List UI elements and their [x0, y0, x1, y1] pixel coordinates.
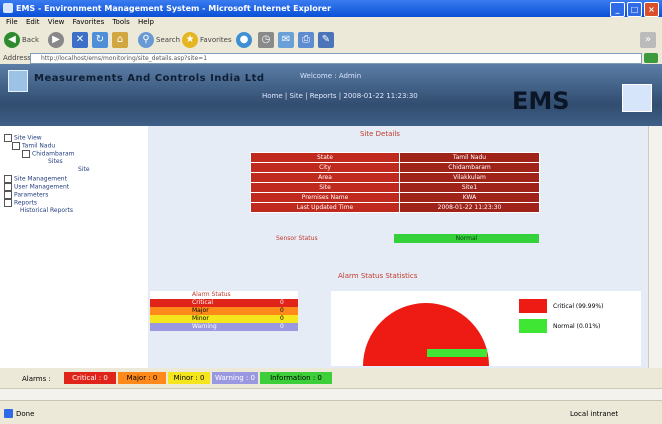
- back-label[interactable]: Back: [22, 36, 39, 44]
- back-arrow-icon[interactable]: ◀: [4, 32, 20, 48]
- favorites-label[interactable]: Favorites: [200, 36, 232, 44]
- alarm-chip-minor[interactable]: Minor : 0: [168, 372, 210, 384]
- mail-icon[interactable]: ✉: [278, 32, 294, 48]
- table-row: Site Site1: [250, 182, 540, 193]
- alarm-header: Alarm Status: [150, 291, 298, 299]
- history-icon[interactable]: ◷: [258, 32, 274, 48]
- menu-bar: File Edit View Favorites Tools Help: [0, 17, 662, 28]
- alarm-status-box: Alarm Status Critical 0 Major 0 Minor 0 War…: [150, 291, 298, 331]
- sensor-status-value: Normal: [394, 234, 539, 243]
- legend-swatch-critical: [519, 299, 547, 313]
- tree-expander-icon[interactable]: [4, 199, 12, 207]
- pie-slice-normal: [427, 349, 487, 357]
- page-done-icon: [4, 409, 13, 418]
- tree-item-user-management[interactable]: User Management: [4, 183, 69, 191]
- tree-item-reports[interactable]: Reports: [4, 199, 37, 207]
- tree-expander-icon[interactable]: [4, 134, 12, 142]
- search-icon[interactable]: ⚲: [138, 32, 154, 48]
- window-title: EMS - Environment Management System - Mi…: [16, 4, 332, 13]
- browser-toolbar: ◀ Back ▶ ✕ ↻ ⌂ ⚲ Search ★ Favorites ● ◷ …: [0, 28, 662, 53]
- tree-expander-icon[interactable]: [12, 142, 20, 150]
- sidebar-tree: Site View Tamil Nadu Chidambaram Sites S…: [0, 126, 149, 368]
- tree-expander-icon[interactable]: [4, 191, 12, 199]
- tree-expander-icon[interactable]: [4, 175, 12, 183]
- alarm-stats-title: Alarm Status Statistics: [338, 272, 418, 280]
- alarm-chip-major[interactable]: Major : 0: [118, 372, 166, 384]
- table-row: City Chidambaram: [250, 162, 540, 173]
- app-banner: Measurements And Controls India Ltd Welc…: [0, 64, 662, 126]
- address-label: Address: [3, 54, 31, 62]
- legend-swatch-normal: [519, 319, 547, 333]
- tree-item-sites[interactable]: Sites: [48, 158, 63, 165]
- main-content: Site Details State Tamil Nadu City Chidamb…: [148, 126, 648, 368]
- table-row: Last Updated Time 2008-01-22 11:23:30: [250, 202, 540, 213]
- alarm-row-warning: Warning 0: [150, 323, 298, 331]
- links-icon[interactable]: »: [640, 32, 656, 48]
- close-button[interactable]: ×: [644, 2, 659, 17]
- alarm-chip-critical[interactable]: Critical : 0: [64, 372, 116, 384]
- print-icon[interactable]: ⎙: [298, 32, 314, 48]
- stop-icon[interactable]: ✕: [72, 32, 88, 48]
- tree-item-state[interactable]: Tamil Nadu: [12, 142, 55, 150]
- media-icon[interactable]: ●: [236, 32, 252, 48]
- tree-item-city[interactable]: Chidambaram: [22, 150, 74, 158]
- menu-edit[interactable]: Edit: [26, 18, 40, 26]
- tree-item-site[interactable]: Site: [78, 166, 90, 173]
- banner-nav-links[interactable]: Home | Site | Reports | 2008-01-22 11:23…: [262, 92, 418, 100]
- table-row: State Tamil Nadu: [250, 152, 540, 163]
- security-zone: Local intranet: [570, 410, 619, 418]
- ie-app-icon: [3, 3, 13, 13]
- address-input[interactable]: http://localhost/ems/monitoring/site_det…: [30, 53, 642, 64]
- search-label[interactable]: Search: [156, 36, 180, 44]
- site-details-title: Site Details: [360, 130, 400, 138]
- window-title-bar: EMS - Environment Management System - Mi…: [0, 0, 662, 17]
- window-controls: _ □ ×: [610, 2, 659, 17]
- tree-item-historical-reports[interactable]: Historical Reports: [20, 207, 73, 214]
- company-name: Measurements And Controls India Ltd: [34, 73, 265, 84]
- tree-expander-icon[interactable]: [22, 150, 30, 158]
- edit-icon[interactable]: ✎: [318, 32, 334, 48]
- alarm-chip-warning[interactable]: Warning : 0: [212, 372, 258, 384]
- browser-status-bar: Done Local intranet: [0, 400, 662, 424]
- tree-item-site-view[interactable]: Site View: [4, 134, 42, 142]
- alarm-row-major: Major 0: [150, 307, 298, 315]
- menu-help[interactable]: Help: [138, 18, 154, 26]
- alarm-row-minor: Minor 0: [150, 315, 298, 323]
- tree-item-parameters[interactable]: Parameters: [4, 191, 48, 199]
- minimize-button[interactable]: _: [610, 2, 625, 17]
- maximize-button[interactable]: □: [627, 2, 642, 17]
- table-row: Area Vilakkulam: [250, 172, 540, 183]
- table-row: Premises Name KWA: [250, 192, 540, 203]
- alarm-pie-chart: Critical (99.99%) Normal (0.01%): [331, 291, 641, 366]
- go-button[interactable]: [644, 53, 658, 63]
- welcome-text: Welcome : Admin: [300, 72, 362, 80]
- forward-arrow-icon[interactable]: ▶: [48, 32, 64, 48]
- menu-file[interactable]: File: [6, 18, 18, 26]
- status-text: Done: [16, 410, 35, 418]
- menu-view[interactable]: View: [48, 18, 65, 26]
- vertical-scrollbar[interactable]: [648, 126, 662, 368]
- menu-favorites[interactable]: Favorites: [73, 18, 105, 26]
- ems-logo: EMS: [512, 87, 570, 113]
- tree-item-site-management[interactable]: Site Management: [4, 175, 67, 183]
- alarm-chip-information[interactable]: Information : 0: [260, 372, 332, 384]
- legend-label-critical: Critical (99.99%): [553, 303, 604, 310]
- site-details-table: State Tamil Nadu City Chidambaram Area Vila…: [250, 152, 540, 213]
- company-logo-icon: [8, 70, 28, 92]
- home-icon[interactable]: ⌂: [112, 32, 128, 48]
- alarm-row-critical: Critical 0: [150, 299, 298, 307]
- svg-text:EMS: EMS: [512, 87, 570, 113]
- alarms-label: Alarms :: [22, 375, 51, 383]
- logout-icon[interactable]: [622, 84, 652, 112]
- favorites-star-icon[interactable]: ★: [182, 32, 198, 48]
- tree-expander-icon[interactable]: [4, 183, 12, 191]
- menu-tools[interactable]: Tools: [112, 18, 129, 26]
- sensor-status-label: Sensor Status: [276, 235, 318, 242]
- refresh-icon[interactable]: ↻: [92, 32, 108, 48]
- alarm-summary-bar: Alarms : Critical : 0 Major : 0 Minor : …: [0, 368, 662, 388]
- legend-label-normal: Normal (0.01%): [553, 323, 601, 330]
